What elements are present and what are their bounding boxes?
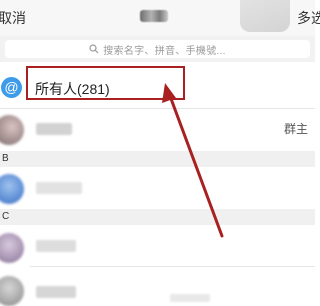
annotation-arrow [162, 83, 224, 238]
